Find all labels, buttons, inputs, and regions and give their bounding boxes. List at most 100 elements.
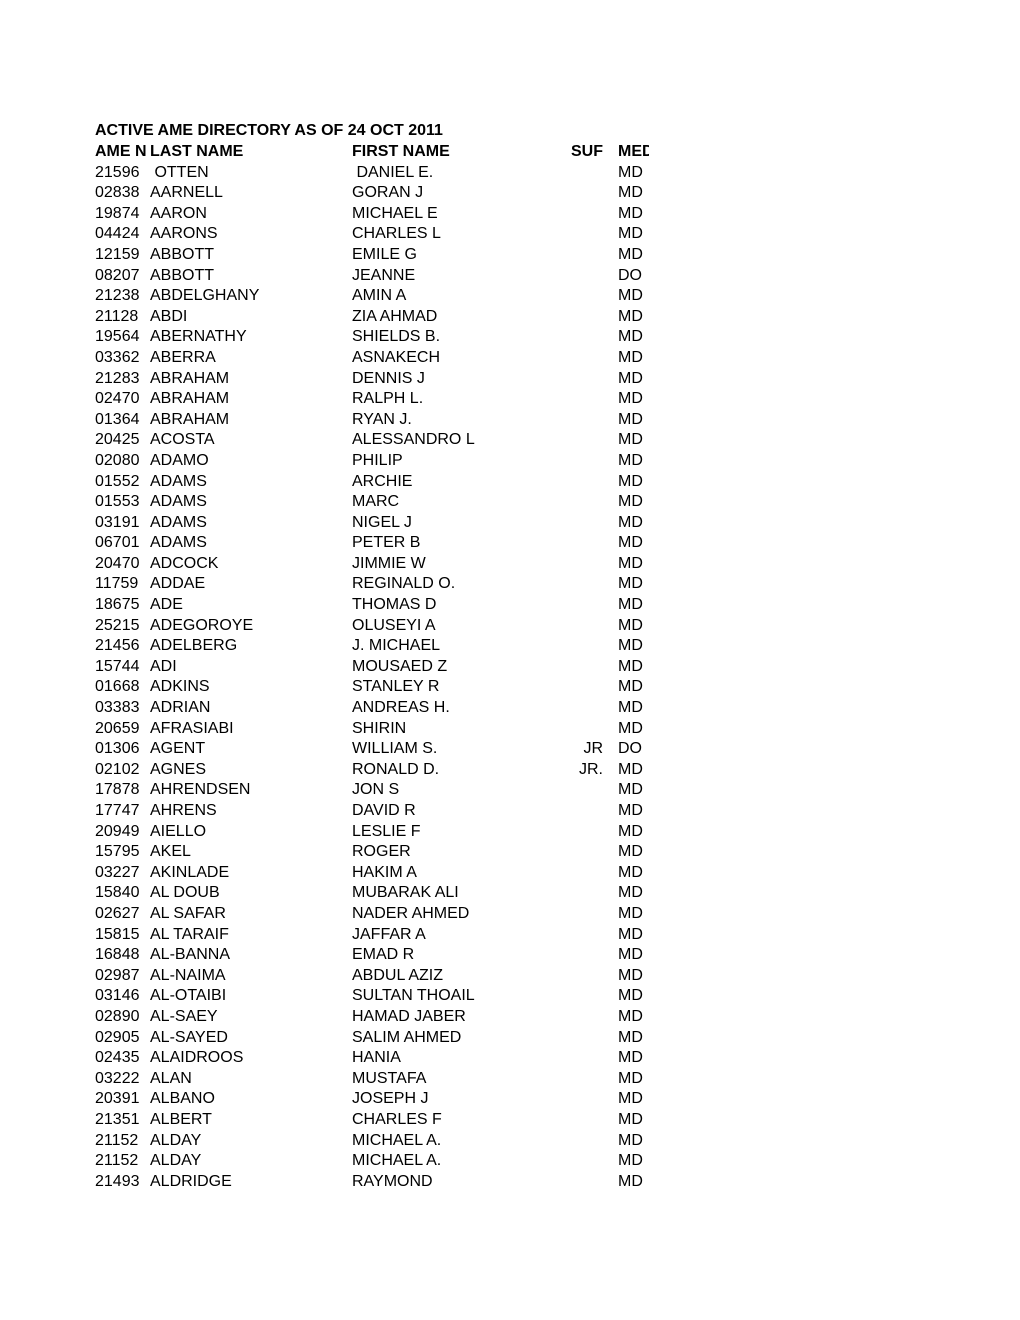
cell-medical-degree: MD <box>618 369 643 387</box>
cell-first-name: STANLEY R <box>352 678 440 696</box>
cell-ame-no: 15795 <box>95 843 140 861</box>
cell-first-name: JAFFAR A <box>352 925 426 943</box>
cell-first-name: GORAN J <box>352 184 424 202</box>
cell-last-name: AHRENDSEN <box>150 781 251 799</box>
table-row: 19874 AARON MICHAEL E MD <box>0 204 1020 225</box>
cell-first-name: RAYMOND <box>352 1172 433 1190</box>
cell-first-name: PETER B <box>352 534 421 552</box>
cell-last-name: ADAMS <box>150 493 207 511</box>
cell-ame-no: 08207 <box>95 266 140 284</box>
cell-ame-no: 03222 <box>95 1069 140 1087</box>
cell-suffix: JR <box>583 740 603 758</box>
cell-last-name: ADELBERG <box>150 637 238 655</box>
cell-first-name: THOMAS D <box>352 596 437 614</box>
table-body: 21596 OTTEN DANIEL E. MD 02838 AARNELL GORAN… <box>0 163 1020 1193</box>
cell-first-name: HAMAD JABER <box>352 1007 466 1025</box>
cell-first-name: NIGEL J <box>352 513 412 531</box>
cell-medical-degree: MD <box>618 307 643 325</box>
cell-ame-no: 21238 <box>95 287 140 305</box>
cell-ame-no: 06701 <box>95 534 140 552</box>
cell-first-name: CHARLES F <box>352 1110 442 1128</box>
table-row: 02102 AGNES RONALD D. JR. MD <box>0 760 1020 781</box>
cell-ame-no: 03191 <box>95 513 140 531</box>
cell-last-name: ABERRA <box>150 348 216 366</box>
cell-last-name: AFRASIABI <box>150 719 234 737</box>
cell-medical-degree: MD <box>618 719 643 737</box>
cell-ame-no: 21152 <box>95 1152 139 1170</box>
cell-last-name: ADE <box>150 596 183 614</box>
cell-ame-no: 20470 <box>95 554 140 572</box>
cell-ame-no: 20391 <box>95 1090 140 1108</box>
cell-ame-no: 19564 <box>95 328 140 346</box>
cell-last-name: AKEL <box>150 843 191 861</box>
cell-medical-degree: MD <box>618 637 643 655</box>
cell-first-name: RONALD D. <box>352 760 440 778</box>
table-row: 11759 ADDAE REGINALD O. MD <box>0 574 1020 595</box>
cell-last-name: AARON <box>150 204 207 222</box>
cell-ame-no: 03146 <box>95 987 140 1005</box>
cell-last-name: AL-NAIMA <box>150 966 226 984</box>
table-row: 25215 ADEGOROYE OLUSEYI A MD <box>0 616 1020 637</box>
cell-medical-degree: MD <box>618 946 643 964</box>
cell-ame-no: 03227 <box>95 863 140 881</box>
cell-medical-degree: MD <box>618 204 643 222</box>
cell-last-name: ADDAE <box>150 575 206 593</box>
cell-medical-degree: MD <box>618 884 643 902</box>
cell-first-name: CHARLES L <box>352 225 441 243</box>
table-row: 20949 AIELLO LESLIE F MD <box>0 822 1020 843</box>
cell-ame-no: 01306 <box>95 740 140 758</box>
cell-last-name: ADI <box>150 657 177 675</box>
table-row: 21493 ALDRIDGE RAYMOND MD <box>0 1172 1020 1193</box>
cell-first-name: AMIN A <box>352 287 407 305</box>
cell-last-name: ALDRIDGE <box>150 1172 232 1190</box>
table-row: 21238 ABDELGHANY AMIN A MD <box>0 286 1020 307</box>
cell-medical-degree: MD <box>618 1007 643 1025</box>
cell-medical-degree: MD <box>618 472 643 490</box>
cell-first-name: MUSTAFA <box>352 1069 427 1087</box>
cell-medical-degree: MD <box>618 699 643 717</box>
cell-ame-no: 02102 <box>95 760 140 778</box>
table-row: 12159 ABBOTT EMILE G MD <box>0 245 1020 266</box>
table-row: 03222 ALAN MUSTAFA MD <box>0 1069 1020 1090</box>
cell-last-name: ADAMS <box>150 513 207 531</box>
cell-medical-degree: MD <box>618 554 643 572</box>
cell-last-name: ABRAHAM <box>150 410 230 428</box>
cell-last-name: ABDI <box>150 307 188 325</box>
cell-ame-no: 17747 <box>95 802 140 819</box>
cell-last-name: ABBOTT <box>150 266 215 284</box>
cell-ame-no: 20659 <box>95 719 140 737</box>
cell-last-name: OTTEN <box>150 163 209 181</box>
cell-last-name: AL-SAEY <box>150 1007 218 1025</box>
cell-medical-degree: MD <box>618 245 643 263</box>
cell-medical-degree: MD <box>618 1028 643 1046</box>
cell-medical-degree: DO <box>618 740 642 758</box>
cell-medical-degree: MD <box>618 287 643 305</box>
table-row: 08207 ABBOTT JEANNE DO <box>0 266 1020 287</box>
cell-first-name: PHILIP <box>352 451 403 469</box>
cell-first-name: HANIA <box>352 1049 401 1067</box>
cell-first-name: NADER AHMED <box>352 904 470 922</box>
cell-medical-degree: MD <box>618 802 643 819</box>
cell-medical-degree: MD <box>618 1090 643 1108</box>
header-medical-degree: MED <box>618 143 649 160</box>
cell-medical-degree: MD <box>618 575 643 593</box>
table-row: 20659 AFRASIABI SHIRIN MD <box>0 719 1020 740</box>
document-page: ACTIVE AME DIRECTORY AS OF 24 OCT 2011 A… <box>0 0 1020 1320</box>
cell-last-name: AL-BANNA <box>150 946 231 964</box>
cell-first-name: SHIELDS B. <box>352 328 441 346</box>
cell-last-name: ADRIAN <box>150 699 211 717</box>
table-header-row: AME NO LAST NAME FIRST NAME SUF MED <box>0 142 1020 163</box>
table-row: 17878 AHRENDSEN JON S MD <box>0 780 1020 801</box>
cell-medical-degree: MD <box>618 987 643 1005</box>
cell-last-name: AL TARAIF <box>150 925 229 943</box>
cell-first-name: JIMMIE W <box>352 554 426 572</box>
cell-last-name: ADAMS <box>150 534 207 552</box>
table-row: 20425 ACOSTA ALESSANDRO L MD <box>0 430 1020 451</box>
table-row: 15815 AL TARAIF JAFFAR A MD <box>0 925 1020 946</box>
cell-first-name: LESLIE F <box>352 822 421 840</box>
cell-last-name: ADEGOROYE <box>150 616 254 634</box>
cell-last-name: ABRAHAM <box>150 390 230 408</box>
cell-ame-no: 03362 <box>95 348 140 366</box>
cell-ame-no: 01553 <box>95 493 140 511</box>
header-ame-no: AME NO <box>95 143 146 160</box>
